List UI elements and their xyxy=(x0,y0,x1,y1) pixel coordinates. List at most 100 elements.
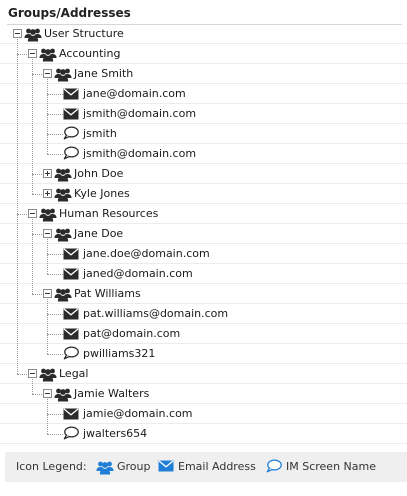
tree-node-label: jsmith@domain.com xyxy=(83,147,197,160)
tree-node-label: John Doe xyxy=(74,167,124,180)
tree-node-label: jsmith@domain.com xyxy=(83,107,197,120)
tree-connector xyxy=(47,239,48,274)
tree-connector xyxy=(47,274,63,275)
tree-node-label: jsmith xyxy=(83,127,117,140)
group-icon xyxy=(39,46,57,62)
group-icon xyxy=(39,366,57,382)
group-icon xyxy=(54,386,72,402)
tree-node-email[interactable]: pat.williams@domain.com xyxy=(0,304,407,324)
tree-node-label: pat.williams@domain.com xyxy=(83,307,229,320)
speech-bubble-icon xyxy=(63,146,79,162)
envelope-icon xyxy=(63,88,79,104)
speech-bubble-icon xyxy=(266,459,282,476)
tree-node-group[interactable]: Legal xyxy=(0,364,407,384)
tree-node-im[interactable]: jwalters654 xyxy=(0,424,407,444)
address-tree: User Structure Accounting Jane Smith jane@d… xyxy=(0,24,407,448)
tree-node-im[interactable]: pwilliams321 xyxy=(0,344,407,364)
expand-toggle[interactable] xyxy=(43,169,52,178)
tree-connector xyxy=(17,214,27,215)
envelope-icon xyxy=(63,108,79,124)
group-icon xyxy=(54,186,72,202)
tree-connector xyxy=(32,294,42,295)
page-title: Groups/Addresses xyxy=(8,6,131,20)
tree-node-group[interactable]: Jane Doe xyxy=(0,224,407,244)
envelope-icon xyxy=(63,308,79,324)
tree-node-im[interactable]: jsmith@domain.com xyxy=(0,144,407,164)
group-icon xyxy=(39,206,57,222)
tree-node-label: jamie@domain.com xyxy=(83,407,193,420)
tree-connector xyxy=(32,379,33,394)
tree-node-label: pwilliams321 xyxy=(83,347,156,360)
collapse-toggle[interactable] xyxy=(13,29,22,38)
tree-node-label: jane@domain.com xyxy=(83,87,186,100)
group-icon xyxy=(24,26,42,42)
icon-legend: Icon Legend: Group Email Address IM Scre… xyxy=(5,452,407,482)
tree-connector xyxy=(47,79,48,154)
tree-connector xyxy=(47,314,63,315)
group-icon xyxy=(54,286,72,302)
collapse-toggle[interactable] xyxy=(43,289,52,298)
envelope-icon xyxy=(63,408,79,424)
tree-node-group[interactable]: Accounting xyxy=(0,44,407,64)
tree-connector xyxy=(32,174,42,175)
collapse-toggle[interactable] xyxy=(28,369,37,378)
legend-label-group: Group xyxy=(117,460,151,473)
tree-connector xyxy=(47,434,63,435)
tree-connector xyxy=(47,399,48,434)
tree-node-label: Jamie Walters xyxy=(74,387,150,400)
collapse-toggle[interactable] xyxy=(43,69,52,78)
tree-node-email[interactable]: pat@domain.com xyxy=(0,324,407,344)
tree-connector xyxy=(47,154,63,155)
tree-node-label: Accounting xyxy=(59,47,121,60)
tree-node-label: jwalters654 xyxy=(83,427,148,440)
speech-bubble-icon xyxy=(63,346,79,362)
tree-node-group[interactable]: Jane Smith xyxy=(0,64,407,84)
expand-toggle[interactable] xyxy=(43,189,52,198)
tree-node-group[interactable]: John Doe xyxy=(0,164,407,184)
tree-connector xyxy=(47,334,63,335)
collapse-toggle[interactable] xyxy=(43,229,52,238)
collapse-toggle[interactable] xyxy=(28,209,37,218)
tree-node-label: Jane Smith xyxy=(74,67,134,80)
tree-node-label: jane.doe@domain.com xyxy=(83,247,210,260)
tree-connector xyxy=(47,254,63,255)
envelope-icon xyxy=(63,328,79,344)
envelope-icon xyxy=(158,460,174,475)
tree-node-email[interactable]: jsmith@domain.com xyxy=(0,104,407,124)
tree-connector xyxy=(47,134,63,135)
tree-node-label: pat@domain.com xyxy=(83,327,181,340)
tree-node-email[interactable]: jane.doe@domain.com xyxy=(0,244,407,264)
legend-title: Icon Legend: xyxy=(16,460,87,473)
group-icon xyxy=(96,459,114,478)
tree-node-im[interactable]: jsmith xyxy=(0,124,407,144)
collapse-toggle[interactable] xyxy=(28,49,37,58)
tree-connector xyxy=(32,74,42,75)
tree-node-group[interactable]: Jamie Walters xyxy=(0,384,407,404)
tree-connector xyxy=(47,414,63,415)
tree-node-group[interactable]: Human Resources xyxy=(0,204,407,224)
tree-connector xyxy=(47,114,63,115)
tree-node-email[interactable]: jamie@domain.com xyxy=(0,404,407,424)
tree-node-label: User Structure xyxy=(44,27,124,40)
collapse-toggle[interactable] xyxy=(43,389,52,398)
tree-node-group[interactable]: User Structure xyxy=(0,24,407,44)
tree-connector xyxy=(47,94,63,95)
envelope-icon xyxy=(63,248,79,264)
legend-label-email: Email Address xyxy=(178,460,256,473)
tree-node-label: Jane Doe xyxy=(74,227,124,240)
tree-node-email[interactable]: janed@domain.com xyxy=(0,264,407,284)
tree-connector xyxy=(17,39,18,374)
tree-node-label: Pat Williams xyxy=(74,287,141,300)
tree-connector xyxy=(17,54,27,55)
tree-node-label: Legal xyxy=(59,367,89,380)
tree-connector xyxy=(32,59,33,194)
tree-node-label: Human Resources xyxy=(59,207,159,220)
tree-connector xyxy=(32,194,42,195)
group-icon xyxy=(54,226,72,242)
tree-connector xyxy=(17,374,27,375)
tree-node-email[interactable]: jane@domain.com xyxy=(0,84,407,104)
tree-node-group[interactable]: Kyle Jones xyxy=(0,184,407,204)
tree-connector xyxy=(32,219,33,294)
tree-node-label: Kyle Jones xyxy=(74,187,130,200)
tree-node-group[interactable]: Pat Williams xyxy=(0,284,407,304)
